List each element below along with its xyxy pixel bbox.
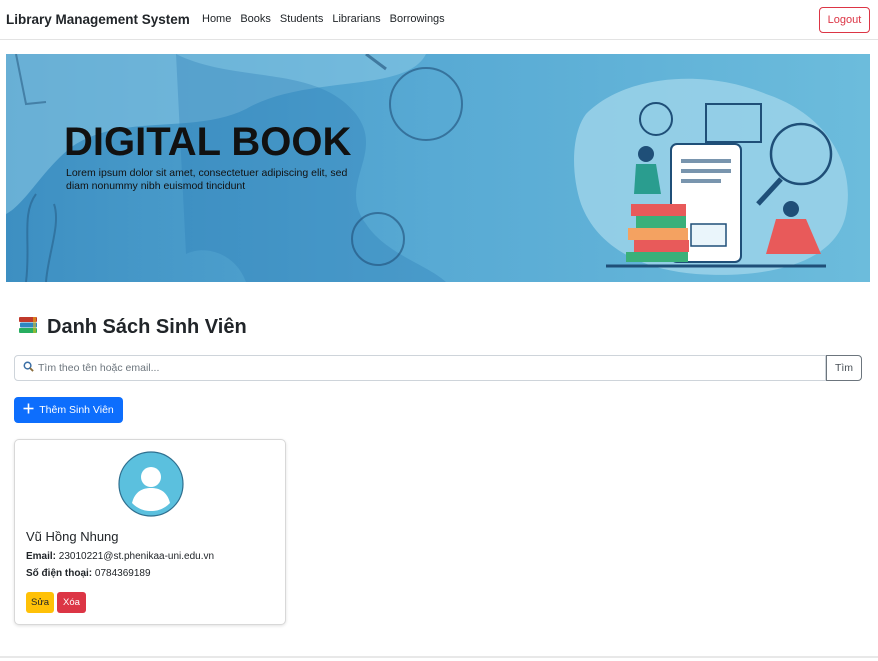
page-title: Danh Sách Sinh Viên [47, 316, 247, 338]
nav-link-books[interactable]: Books [240, 13, 271, 25]
nav-link-librarians[interactable]: Librarians [332, 13, 380, 25]
email-label: Email: [26, 551, 57, 562]
search-button[interactable]: Tìm [826, 355, 862, 381]
logout-button[interactable]: Logout [819, 7, 870, 33]
edit-button[interactable]: Sửa [26, 592, 54, 613]
student-card: Vũ Hồng Nhung Email: 23010221@st.phenika… [14, 439, 286, 625]
student-phone-row: Số điện thoại: 0784369189 [26, 568, 151, 579]
add-student-button[interactable]: Thêm Sinh Viên [14, 397, 123, 423]
add-student-label: Thêm Sinh Viên [39, 404, 114, 416]
brand-title[interactable]: Library Management System [6, 12, 190, 27]
banner-text-line1: Lorem ipsum dolor sit amet, consectetuer… [66, 167, 347, 179]
delete-button[interactable]: Xóa [57, 592, 86, 613]
nav-link-students[interactable]: Students [280, 13, 323, 25]
search-placeholder: Tìm theo tên hoặc email... [38, 362, 160, 374]
student-email-row: Email: 23010221@st.phenikaa-uni.edu.vn [26, 551, 214, 562]
banner-text-line2: diam nonummy nibh euismod tincidunt [66, 180, 245, 192]
plus-icon [23, 403, 34, 417]
banner-title: DIGITAL BOOK [64, 120, 352, 164]
phone-label: Số điện thoại: [26, 568, 93, 579]
nav-link-borrowings[interactable]: Borrowings [390, 13, 445, 25]
nav-links: Home Books Students Librarians Borrowing… [202, 13, 445, 25]
page-heading: Danh Sách Sinh Viên [17, 314, 247, 341]
student-phone: 0784369189 [94, 568, 151, 579]
avatar [118, 451, 184, 517]
search-icon [23, 361, 34, 375]
top-navbar: Library Management System Home Books Stu… [0, 0, 878, 40]
student-email: 23010221@st.phenikaa-uni.edu.vn [58, 551, 215, 562]
search-input[interactable]: Tìm theo tên hoặc email... [14, 355, 826, 381]
nav-link-home[interactable]: Home [202, 13, 231, 25]
bottom-divider [0, 656, 878, 658]
banner-illustration: DIGITAL BOOK Lorem ipsum dolor sit amet,… [6, 54, 870, 282]
digital-book-banner: DIGITAL BOOK Lorem ipsum dolor sit amet,… [6, 54, 870, 282]
books-icon [17, 314, 39, 341]
student-name: Vũ Hồng Nhung [26, 529, 119, 544]
